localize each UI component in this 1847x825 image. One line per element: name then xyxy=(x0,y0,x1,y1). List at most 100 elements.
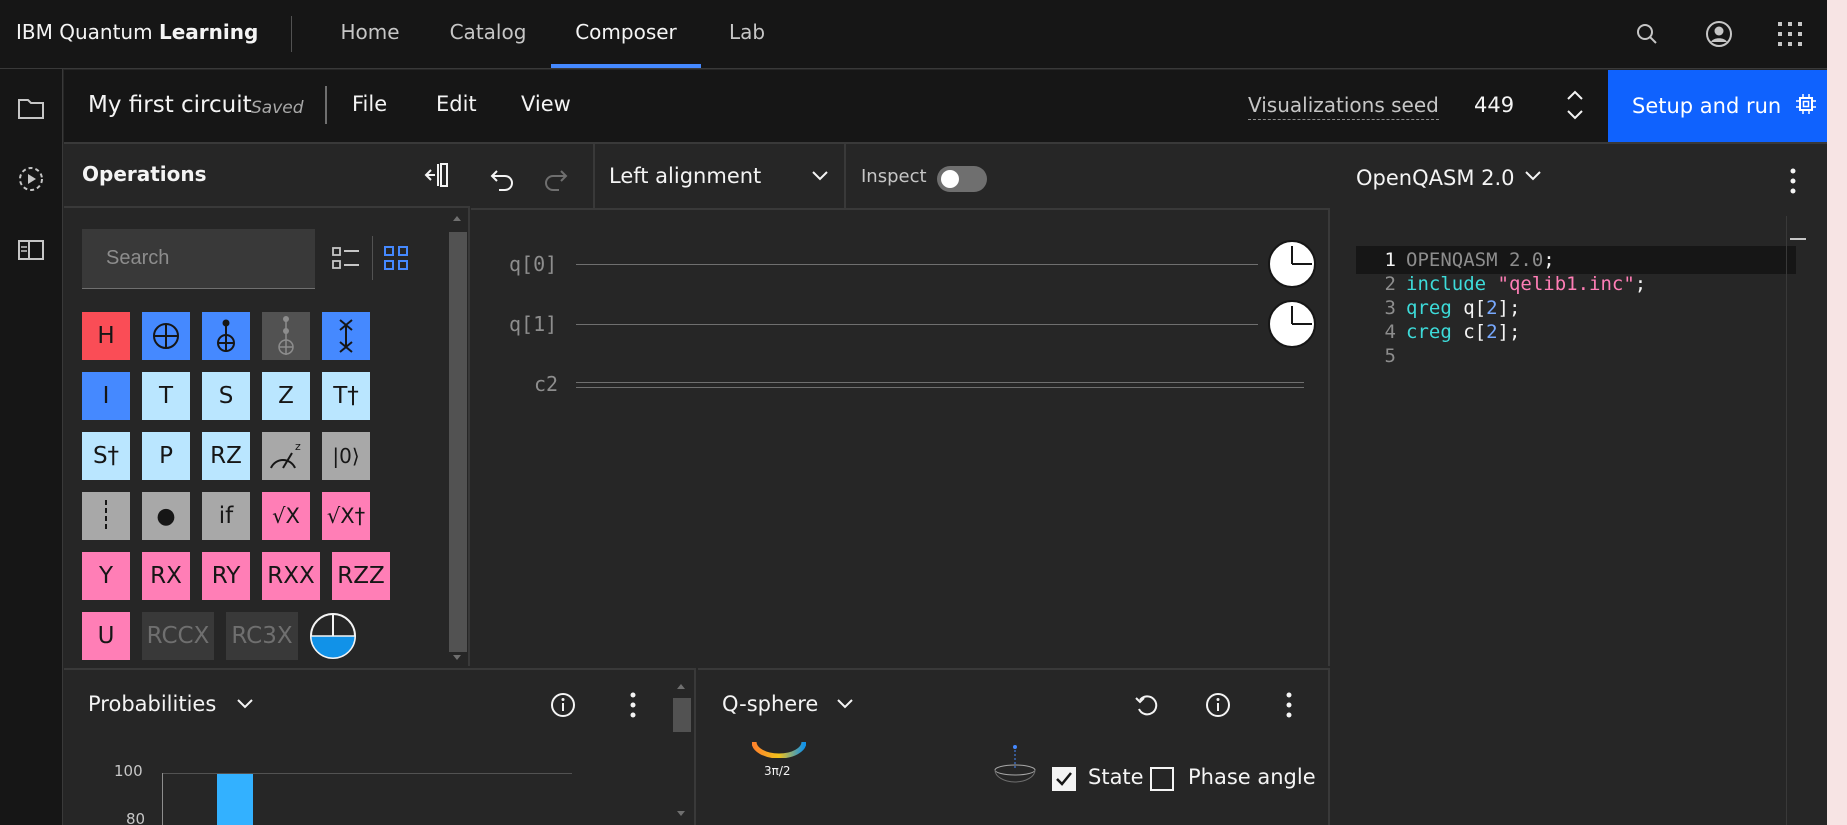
probability-bar[interactable] xyxy=(217,774,253,825)
jobs-icon[interactable] xyxy=(10,158,52,200)
q-sphere-icon[interactable] xyxy=(992,744,1038,784)
menu-edit[interactable]: Edit xyxy=(436,92,477,116)
app-switcher-icon[interactable] xyxy=(1773,17,1807,51)
folder-icon[interactable] xyxy=(10,87,52,129)
docs-panel-icon[interactable] xyxy=(10,229,52,271)
menu-file[interactable]: File xyxy=(352,92,387,116)
overflow-menu-icon[interactable] xyxy=(1274,690,1304,720)
overflow-menu-icon[interactable] xyxy=(1778,166,1808,196)
gate-p[interactable]: P xyxy=(142,432,190,480)
chevron-down-icon[interactable] xyxy=(836,698,854,710)
phase-angle-label[interactable]: Phase angle xyxy=(1188,765,1316,789)
qubit-wire-q0[interactable] xyxy=(576,264,1258,265)
search-icon[interactable] xyxy=(1630,17,1664,51)
inspect-toggle[interactable] xyxy=(937,166,987,192)
scrollbar-thumb[interactable] xyxy=(673,698,691,732)
phase-angle-checkbox[interactable] xyxy=(1150,767,1174,791)
gate-i[interactable]: I xyxy=(82,372,130,420)
chevron-down-icon[interactable] xyxy=(1524,170,1542,182)
user-avatar-icon[interactable] xyxy=(1702,17,1736,51)
gate-rxx[interactable]: RXX xyxy=(262,552,320,600)
swap-icon[interactable] xyxy=(322,312,370,360)
barrier-icon[interactable] xyxy=(82,492,130,540)
code-token: "qelib1.inc" xyxy=(1497,273,1635,295)
undo-icon[interactable] xyxy=(485,162,519,196)
code-token: creg xyxy=(1406,321,1464,343)
operations-panel: Operations H I T S Z xyxy=(64,144,470,666)
measurement-probe-icon[interactable] xyxy=(1268,300,1316,348)
reset-view-icon[interactable] xyxy=(1132,690,1162,720)
info-icon[interactable] xyxy=(1203,690,1233,720)
gate-reset[interactable]: |0⟩ xyxy=(322,432,370,480)
gate-tdg[interactable]: T† xyxy=(322,372,370,420)
gate-z[interactable]: Z xyxy=(262,372,310,420)
circuit-name[interactable]: My first circuit xyxy=(88,92,252,118)
gate-sdg[interactable]: S† xyxy=(82,432,130,480)
state-checkbox[interactable] xyxy=(1052,767,1076,791)
gate-search-input[interactable] xyxy=(82,229,315,289)
probabilities-dropdown[interactable]: Probabilities xyxy=(88,692,216,716)
gate-rz[interactable]: RZ xyxy=(202,432,250,480)
gate-sx[interactable]: √X xyxy=(262,492,310,540)
gate-s[interactable]: S xyxy=(202,372,250,420)
collapse-panel-icon[interactable] xyxy=(421,160,451,190)
gate-rccx[interactable]: RCCX xyxy=(142,612,214,660)
gate-t[interactable]: T xyxy=(142,372,190,420)
qubit-label-q1[interactable]: q[1] xyxy=(509,312,557,336)
gate-sxdg[interactable]: √X† xyxy=(322,492,370,540)
gate-u[interactable]: U xyxy=(82,612,130,660)
seed-value[interactable]: 449 xyxy=(1474,93,1514,117)
toffoli-icon[interactable] xyxy=(262,312,310,360)
qasm-code-editor[interactable]: 1 OPENQASM 2.0; 2 include "qelib1.inc"; 3 qre… xyxy=(1356,240,1810,825)
tab-home[interactable]: Home xyxy=(330,0,410,68)
chevron-down-icon[interactable] xyxy=(236,698,254,710)
classical-register-label[interactable]: c2 xyxy=(534,372,558,396)
q-sphere-dropdown[interactable]: Q-sphere xyxy=(722,692,818,716)
measurement-probe-icon[interactable] xyxy=(1268,240,1316,288)
q-sphere-panel: Q-sphere 3π/2 State Phase angle xyxy=(698,668,1330,825)
info-icon[interactable] xyxy=(548,690,578,720)
qubit-label-q0[interactable]: q[0] xyxy=(509,252,557,276)
operations-scrollbar[interactable] xyxy=(446,208,468,666)
list-view-icon[interactable] xyxy=(326,236,366,280)
code-token: q[ xyxy=(1463,297,1487,319)
z-measure-icon[interactable]: z xyxy=(262,432,310,480)
tab-composer[interactable]: Composer xyxy=(551,0,701,68)
operations-header: Operations xyxy=(64,144,470,208)
gate-rx[interactable]: RX xyxy=(142,552,190,600)
scrollbar-thumb[interactable] xyxy=(449,232,467,652)
gate-rzz[interactable]: RZZ xyxy=(332,552,390,600)
scrollbar-thumb[interactable] xyxy=(1790,238,1806,240)
tab-catalog[interactable]: Catalog xyxy=(446,0,530,68)
state-label[interactable]: State xyxy=(1088,765,1144,789)
gate-control-dot[interactable]: ● xyxy=(142,492,190,540)
svg-text:z: z xyxy=(295,440,301,453)
grid-view-icon[interactable] xyxy=(372,236,418,280)
overflow-menu-icon[interactable] xyxy=(618,690,648,720)
code-language-dropdown[interactable]: OpenQASM 2.0 xyxy=(1356,166,1515,190)
probabilities-scrollbar[interactable] xyxy=(670,674,692,822)
search-field[interactable] xyxy=(82,229,315,288)
tab-lab[interactable]: Lab xyxy=(722,0,772,68)
cnot-icon[interactable] xyxy=(202,312,250,360)
setup-and-run-button[interactable]: Setup and run xyxy=(1608,70,1827,142)
code-scrollbar[interactable] xyxy=(1786,216,1808,825)
gate-if[interactable]: if xyxy=(202,492,250,540)
gate-y[interactable]: Y xyxy=(82,552,130,600)
classical-wire-bottom[interactable] xyxy=(576,387,1304,388)
cnot-target-icon[interactable] xyxy=(142,312,190,360)
redo-icon[interactable] xyxy=(539,162,573,196)
menu-view[interactable]: View xyxy=(521,92,571,116)
gate-ry[interactable]: RY xyxy=(202,552,250,600)
seed-stepper[interactable] xyxy=(1561,87,1589,123)
phase-disk-icon[interactable] xyxy=(309,612,357,660)
brand-name[interactable]: IBM Quantum Learning xyxy=(16,20,258,44)
gate-h[interactable]: H xyxy=(82,312,130,360)
classical-wire-top[interactable] xyxy=(576,382,1304,383)
code-line[interactable]: 5 xyxy=(1356,342,1796,370)
gate-rc3x[interactable]: RC3X xyxy=(226,612,298,660)
qubit-wire-q1[interactable] xyxy=(576,324,1258,325)
circuit-canvas[interactable]: Left alignment Inspect q[0] q[1] c2 xyxy=(471,144,1330,666)
visualizations-seed-label[interactable]: Visualizations seed xyxy=(1248,93,1439,120)
alignment-dropdown[interactable]: Left alignment xyxy=(593,144,846,208)
